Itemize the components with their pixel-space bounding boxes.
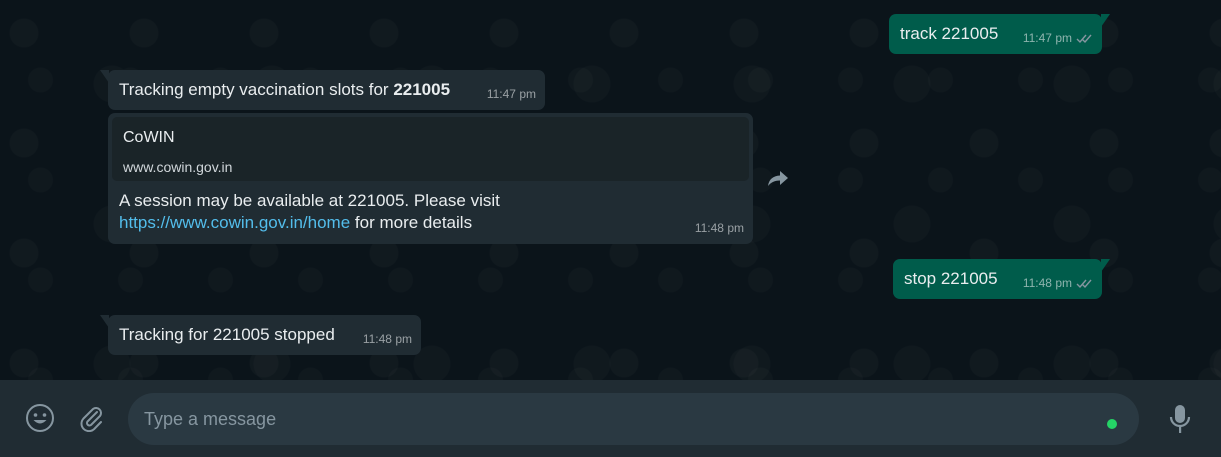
message-incoming[interactable]: Tracking empty vaccination slots for 221… — [100, 70, 545, 110]
message-incoming[interactable]: Tracking for 221005 stopped 11:48 pm — [100, 315, 421, 355]
message-body: A session may be available at 221005. Pl… — [119, 190, 679, 234]
link-preview-url: www.cowin.gov.in — [123, 159, 233, 175]
message-meta: 11:48 pm — [1023, 272, 1093, 294]
composer-bar — [0, 380, 1221, 457]
paperclip-icon — [80, 407, 102, 432]
message-meta: 11:48 pm — [695, 217, 744, 239]
double-check-icon — [1076, 279, 1092, 288]
message-text: Tracking for 221005 stopped — [119, 325, 335, 344]
microphone-icon — [1169, 405, 1191, 433]
message-time: 11:47 pm — [486, 87, 536, 101]
emoji-button[interactable] — [24, 402, 56, 434]
message-text-suffix: for more details — [350, 213, 473, 232]
message-meta: 11:47 pm — [487, 83, 536, 105]
message-text: stop 221005 — [904, 269, 998, 288]
message-text-prefix: Tracking empty vaccination slots for — [119, 80, 394, 99]
message-time: 11:47 pm — [1022, 31, 1072, 45]
message-input-box[interactable] — [128, 393, 1139, 445]
attach-button[interactable] — [75, 402, 107, 434]
message-incoming-link-preview[interactable]: CoWIN www.cowin.gov.in A session may be … — [108, 113, 753, 244]
message-time: 11:48 pm — [694, 221, 744, 235]
message-meta: 11:48 pm — [363, 328, 412, 350]
message-input[interactable] — [144, 393, 1094, 445]
message-meta: 11:47 pm — [1023, 27, 1093, 49]
forward-button[interactable] — [763, 163, 793, 193]
message-text: Tracking empty vaccination slots for 221… — [119, 79, 450, 101]
message-time: 11:48 pm — [1022, 276, 1072, 290]
forward-icon — [768, 171, 788, 186]
message-outgoing[interactable]: track 221005 11:47 pm — [889, 14, 1110, 54]
message-text-bold: 221005 — [393, 80, 451, 99]
message-text-line2: https://www.cowin.gov.in/home for more d… — [119, 212, 679, 234]
link-preview-title: CoWIN — [123, 129, 175, 146]
message-link[interactable]: https://www.cowin.gov.in/home — [119, 213, 350, 232]
link-preview-card[interactable]: CoWIN www.cowin.gov.in — [112, 117, 749, 181]
message-text-line1: A session may be available at 221005. Pl… — [119, 191, 500, 210]
double-check-icon — [1076, 34, 1092, 43]
chat-pane: track 221005 11:47 pm Tracking empty vac… — [0, 0, 1221, 380]
message-text: track 221005 — [900, 24, 999, 43]
emoji-icon — [26, 404, 54, 432]
voice-message-button[interactable] — [1164, 402, 1196, 436]
message-time: 11:48 pm — [362, 332, 412, 346]
message-outgoing[interactable]: stop 221005 11:48 pm — [893, 259, 1110, 299]
status-dot — [1107, 419, 1117, 429]
